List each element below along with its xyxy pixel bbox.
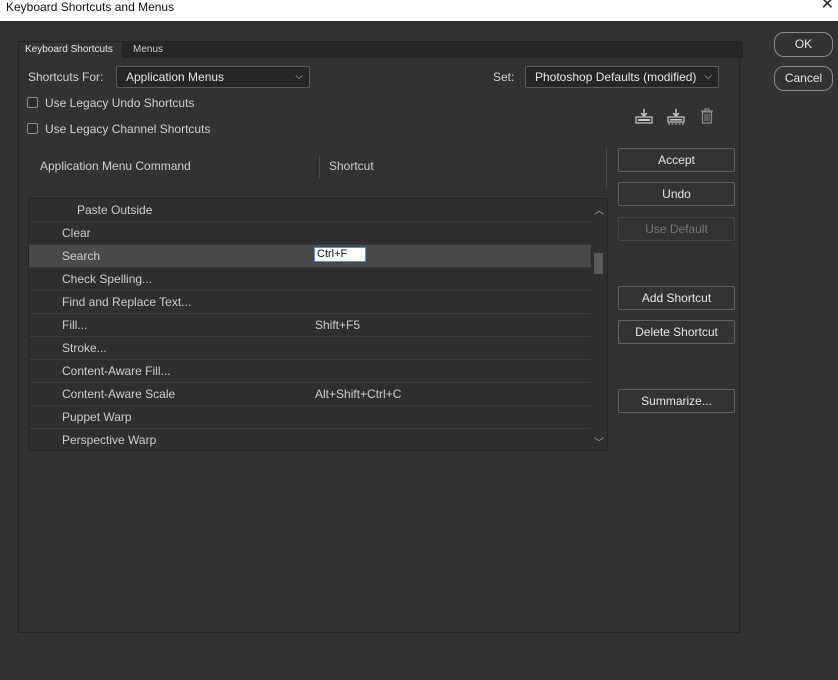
accept-button[interactable]: Accept: [618, 148, 735, 172]
list-scrollbar[interactable]: ︿ ﹀: [591, 199, 607, 450]
table-row[interactable]: Perspective Warp: [29, 429, 594, 450]
column-header-command[interactable]: Application Menu Command: [40, 159, 191, 173]
shortcuts-for-dropdown[interactable]: Application Menus ⌵: [116, 66, 310, 88]
table-row[interactable]: Find and Replace Text...: [29, 291, 594, 314]
set-dropdown[interactable]: Photoshop Defaults (modified) ⌵: [525, 66, 719, 88]
save-set-as-icon[interactable]: [667, 108, 685, 130]
legacy-undo-checkbox[interactable]: [27, 97, 38, 108]
command-name: Fill...: [62, 318, 88, 332]
chevron-down-icon: ⌵: [704, 71, 712, 82]
table-row-selected[interactable]: Search Ctrl+F: [29, 245, 594, 268]
command-name: Find and Replace Text...: [62, 295, 192, 309]
command-list[interactable]: Paste Outside Clear Search Ctrl+F Check …: [28, 198, 608, 451]
ok-button[interactable]: OK: [774, 32, 833, 57]
table-row[interactable]: Content-Aware Scale Alt+Shift+Ctrl+C: [29, 383, 594, 406]
undo-button[interactable]: Undo: [618, 182, 735, 206]
cancel-button[interactable]: Cancel: [774, 66, 833, 91]
table-header: Application Menu Command Shortcut: [27, 148, 607, 188]
save-set-icon[interactable]: [635, 108, 653, 129]
command-name: Stroke...: [62, 341, 107, 355]
table-row[interactable]: Puppet Warp: [29, 406, 594, 429]
scroll-thumb[interactable]: [594, 253, 603, 274]
command-name: Clear: [62, 226, 91, 240]
tab-menus[interactable]: Menus: [127, 42, 169, 58]
delete-shortcut-button[interactable]: Delete Shortcut: [618, 320, 735, 344]
command-name: Puppet Warp: [62, 410, 132, 424]
legacy-channel-checkbox[interactable]: [27, 123, 38, 134]
shortcut-edit-field[interactable]: Ctrl+F: [314, 247, 366, 262]
table-row[interactable]: Paste Outside: [29, 199, 594, 222]
command-name: Perspective Warp: [62, 433, 157, 447]
column-divider: [319, 156, 320, 178]
summarize-button[interactable]: Summarize...: [618, 389, 735, 413]
shortcuts-for-label: Shortcuts For:: [28, 70, 104, 84]
table-row[interactable]: Content-Aware Fill...: [29, 360, 594, 383]
column-divider: [606, 148, 607, 188]
trash-icon[interactable]: [700, 108, 714, 129]
command-name: Search: [62, 249, 101, 263]
scroll-up-icon[interactable]: ︿: [591, 202, 607, 217]
legacy-channel-label: Use Legacy Channel Shortcuts: [45, 122, 211, 136]
tab-keyboard-shortcuts[interactable]: Keyboard Shortcuts: [19, 42, 122, 58]
command-name: Check Spelling...: [62, 272, 153, 286]
chevron-down-icon: ⌵: [295, 71, 303, 82]
scroll-down-icon[interactable]: ﹀: [591, 434, 607, 449]
column-header-shortcut[interactable]: Shortcut: [329, 159, 374, 173]
title-bar: Keyboard Shortcuts and Menus ✕: [0, 0, 838, 21]
table-row[interactable]: Check Spelling...: [29, 268, 594, 291]
table-row[interactable]: Stroke...: [29, 337, 594, 360]
table-row[interactable]: Clear: [29, 222, 594, 245]
command-name: Content-Aware Fill...: [62, 364, 171, 378]
close-icon[interactable]: ✕: [821, 0, 834, 13]
shortcut-value: Shift+F5: [315, 318, 361, 332]
window-title: Keyboard Shortcuts and Menus: [6, 0, 175, 14]
set-value: Photoshop Defaults (modified): [535, 70, 697, 84]
set-label: Set:: [493, 70, 515, 84]
command-name: Content-Aware Scale: [62, 387, 176, 401]
shortcuts-for-value: Application Menus: [126, 70, 225, 84]
add-shortcut-button[interactable]: Add Shortcut: [618, 286, 735, 310]
shortcut-value: Alt+Shift+Ctrl+C: [315, 387, 402, 401]
table-row[interactable]: Fill... Shift+F5: [29, 314, 594, 337]
use-default-button[interactable]: Use Default: [618, 217, 735, 241]
legacy-undo-label: Use Legacy Undo Shortcuts: [45, 96, 195, 110]
command-name: Paste Outside: [77, 203, 153, 217]
